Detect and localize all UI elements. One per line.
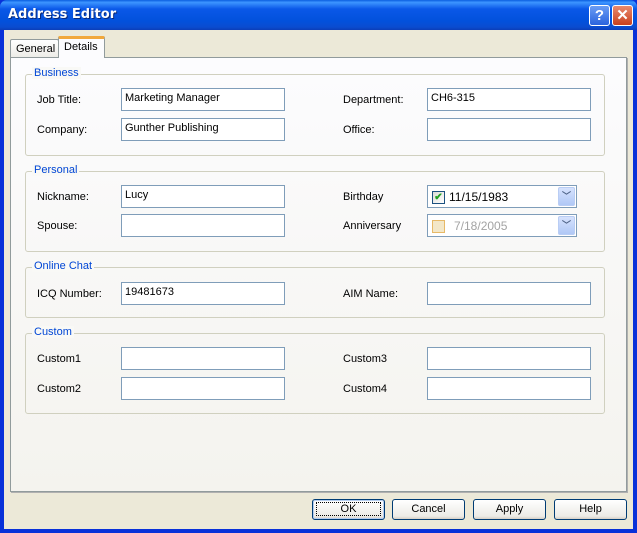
custom2-input[interactable]: [121, 377, 285, 400]
personal-group: Personal Nickname: Lucy Spouse: Birthday…: [25, 164, 605, 252]
help-button[interactable]: Help: [554, 499, 627, 520]
spouse-input[interactable]: [121, 214, 285, 237]
cancel-button[interactable]: Cancel: [392, 499, 465, 520]
spouse-label: Spouse:: [37, 220, 78, 232]
office-input[interactable]: [427, 118, 591, 141]
birthday-value: 11/15/1983: [449, 190, 509, 204]
birthday-label: Birthday: [343, 191, 384, 203]
ok-button[interactable]: OK: [312, 499, 385, 520]
custom-group: Custom Custom1 Custom2 Custom3 Custom4: [25, 326, 605, 414]
custom2-label: Custom2: [37, 383, 82, 395]
help-title-button[interactable]: ?: [589, 5, 610, 26]
custom4-label: Custom4: [343, 383, 388, 395]
department-label: Department:: [343, 94, 404, 106]
anniversary-label: Anniversary: [343, 220, 402, 232]
company-input[interactable]: Gunther Publishing: [121, 118, 285, 141]
anniversary-date-picker[interactable]: 7/18/2005 ﹀: [427, 214, 577, 237]
close-button[interactable]: ✕: [612, 5, 633, 26]
help-icon: ?: [594, 7, 605, 24]
birthday-checkbox[interactable]: ✔: [432, 191, 445, 204]
tab-general[interactable]: General: [10, 39, 59, 58]
custom3-input[interactable]: [427, 347, 591, 370]
nickname-label: Nickname:: [37, 191, 89, 203]
custom1-label: Custom1: [37, 353, 82, 365]
address-editor-window: Address Editor ? ✕ General Details Busin…: [0, 0, 637, 533]
tab-details[interactable]: Details: [58, 36, 105, 58]
window-title: Address Editor: [8, 7, 117, 22]
aim-name-label: AIM Name:: [343, 288, 399, 300]
anniversary-checkbox[interactable]: [432, 220, 445, 233]
company-label: Company:: [37, 124, 88, 136]
nickname-input[interactable]: Lucy: [121, 185, 285, 208]
anniversary-value: 7/18/2005: [454, 219, 508, 233]
anniversary-dropdown-button[interactable]: ﹀: [558, 216, 575, 235]
job-title-input[interactable]: Marketing Manager: [121, 88, 285, 111]
chevron-down-icon: ﹀: [561, 191, 571, 201]
apply-button[interactable]: Apply: [473, 499, 546, 520]
custom4-input[interactable]: [427, 377, 591, 400]
icq-number-label: ICQ Number:: [37, 288, 102, 300]
details-panel: Business Job Title: Marketing Manager Co…: [10, 57, 627, 492]
icq-number-input[interactable]: 19481673: [121, 282, 285, 305]
chevron-down-icon: ﹀: [561, 220, 571, 230]
custom-group-title: Custom: [32, 326, 74, 338]
aim-name-input[interactable]: [427, 282, 591, 305]
custom1-input[interactable]: [121, 347, 285, 370]
ok-button-label: OK: [315, 502, 382, 516]
business-group-title: Business: [32, 67, 81, 79]
custom3-label: Custom3: [343, 353, 388, 365]
department-input[interactable]: CH6-315: [427, 88, 591, 111]
business-group: Business Job Title: Marketing Manager Co…: [25, 67, 605, 156]
close-icon: ✕: [616, 7, 629, 24]
title-bar[interactable]: Address Editor ? ✕: [0, 0, 637, 30]
office-label: Office:: [343, 124, 375, 136]
job-title-label: Job Title:: [37, 94, 82, 106]
birthday-date-picker[interactable]: ✔ 11/15/1983 ﹀: [427, 185, 577, 208]
online-chat-group: Online Chat ICQ Number: 19481673 AIM Nam…: [25, 260, 605, 318]
birthday-dropdown-button[interactable]: ﹀: [558, 187, 575, 206]
dialog-client: General Details Business Job Title: Mark…: [4, 30, 633, 529]
online-chat-group-title: Online Chat: [32, 260, 95, 272]
personal-group-title: Personal: [32, 164, 80, 176]
